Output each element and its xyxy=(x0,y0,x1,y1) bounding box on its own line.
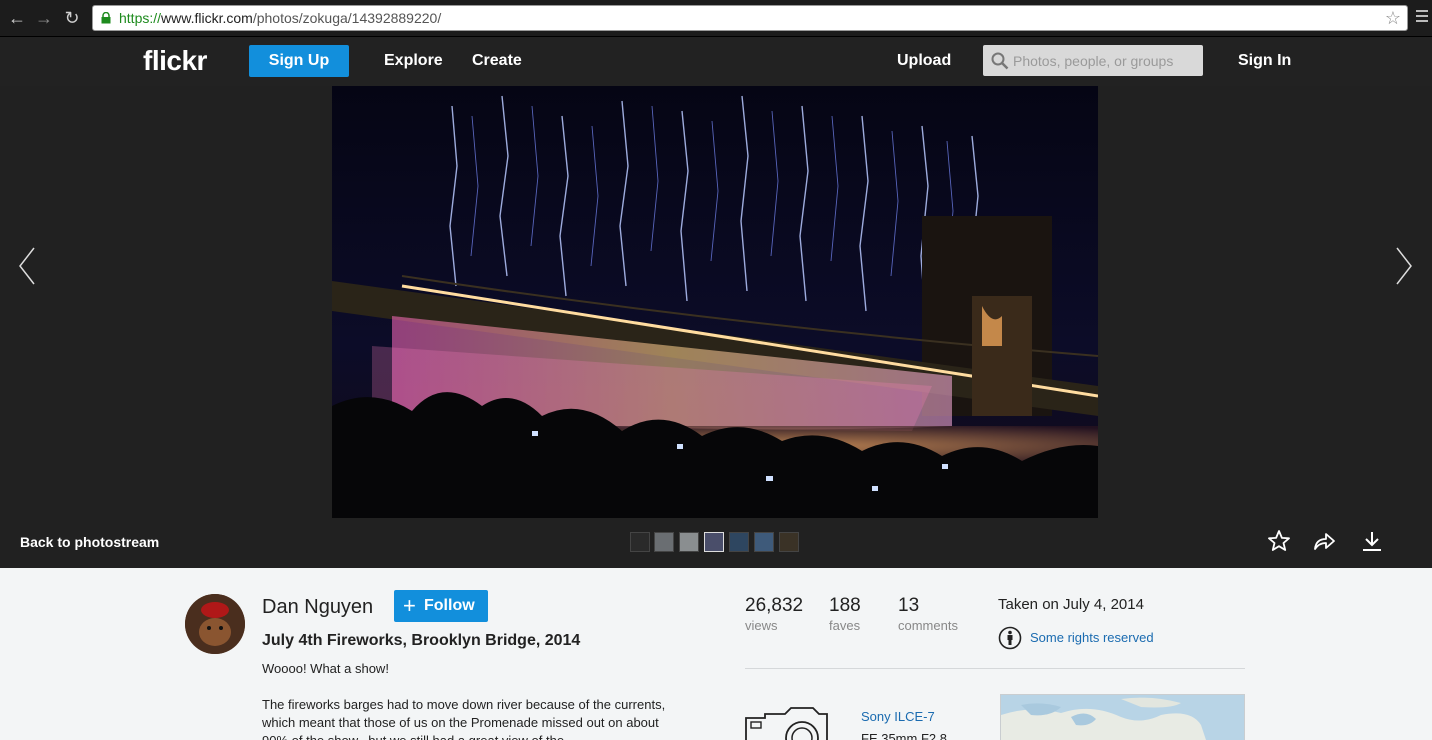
views-label: views xyxy=(745,618,778,633)
faves-stat: 188 faves xyxy=(829,595,861,633)
create-link[interactable]: Create xyxy=(472,52,522,70)
back-to-photostream-link[interactable]: Back to photostream xyxy=(20,534,159,550)
owner-avatar[interactable] xyxy=(185,594,245,654)
taken-date[interactable]: Taken on July 4, 2014 xyxy=(998,596,1144,613)
follow-button[interactable]: + Follow xyxy=(394,590,488,622)
thumbnail[interactable] xyxy=(630,532,650,552)
creative-commons-attribution-icon xyxy=(998,626,1022,650)
views-count: 26,832 xyxy=(745,595,804,616)
sign-up-button[interactable]: Sign Up xyxy=(249,45,349,77)
search-input[interactable] xyxy=(1013,45,1199,76)
thumbnail[interactable] xyxy=(654,532,674,552)
faves-count: 188 xyxy=(829,595,861,616)
reload-icon[interactable]: ↻ xyxy=(61,7,83,29)
next-photo-icon[interactable] xyxy=(1393,246,1415,286)
url-text: https://www.flickr.com/photos/zokuga/143… xyxy=(119,10,442,26)
camera-icon xyxy=(745,707,828,740)
browser-toolbar: ← → ↻ https://www.flickr.com/photos/zoku… xyxy=(0,0,1432,37)
explore-link[interactable]: Explore xyxy=(384,52,443,70)
plus-icon: + xyxy=(403,593,416,618)
owner-name[interactable]: Dan Nguyen xyxy=(262,596,373,619)
search-icon xyxy=(991,52,1009,70)
lens-info: FE 35mm F2.8 xyxy=(861,731,947,740)
photo-description-line: Woooo! What a show! xyxy=(262,661,389,676)
thumbnail-active[interactable] xyxy=(704,532,724,552)
camera-model-link[interactable]: Sony ILCE-7 xyxy=(861,709,935,724)
address-bar[interactable]: https://www.flickr.com/photos/zokuga/143… xyxy=(92,5,1408,31)
comments-label: comments xyxy=(898,618,958,633)
upload-link[interactable]: Upload xyxy=(897,52,951,70)
lock-icon xyxy=(101,12,111,24)
faves-label: faves xyxy=(829,618,861,633)
fireworks-bridge-image xyxy=(332,86,1098,518)
divider xyxy=(745,668,1245,669)
license-link[interactable]: Some rights reserved xyxy=(1030,630,1154,645)
flickr-logo[interactable]: flickr xyxy=(143,45,207,77)
comments-count: 13 xyxy=(898,595,920,616)
views-stat: 26,832 views xyxy=(745,595,803,633)
previous-photo-icon[interactable] xyxy=(16,246,38,286)
search-box[interactable] xyxy=(983,45,1203,76)
browser-menu-icon[interactable] xyxy=(1416,10,1428,25)
photo-info-panel: Dan Nguyen + Follow July 4th Fireworks, … xyxy=(0,568,1432,740)
follow-label: Follow xyxy=(424,597,475,614)
back-arrow-icon[interactable]: ← xyxy=(6,7,28,29)
photo-title: July 4th Fireworks, Brooklyn Bridge, 201… xyxy=(262,632,581,649)
comments-stat[interactable]: 13 comments xyxy=(898,595,958,633)
sign-in-link[interactable]: Sign In xyxy=(1238,52,1291,70)
thumbnail[interactable] xyxy=(729,532,749,552)
forward-arrow-icon[interactable]: → xyxy=(33,7,55,29)
site-header: flickr Sign Up Explore Create Upload Sig… xyxy=(0,37,1432,86)
thumbnail[interactable] xyxy=(779,532,799,552)
thumbnail[interactable] xyxy=(754,532,774,552)
main-photo[interactable] xyxy=(332,86,1098,518)
favorite-star-icon[interactable] xyxy=(1267,529,1291,553)
photo-stage: Back to photostream xyxy=(0,86,1432,568)
thumbnail[interactable] xyxy=(679,532,699,552)
download-icon[interactable] xyxy=(1360,529,1384,553)
bookmark-star-icon[interactable]: ☆ xyxy=(1385,8,1401,29)
location-map[interactable] xyxy=(1000,694,1245,740)
share-icon[interactable] xyxy=(1312,529,1336,553)
photo-description-paragraph: The fireworks barges had to move down ri… xyxy=(262,697,666,740)
